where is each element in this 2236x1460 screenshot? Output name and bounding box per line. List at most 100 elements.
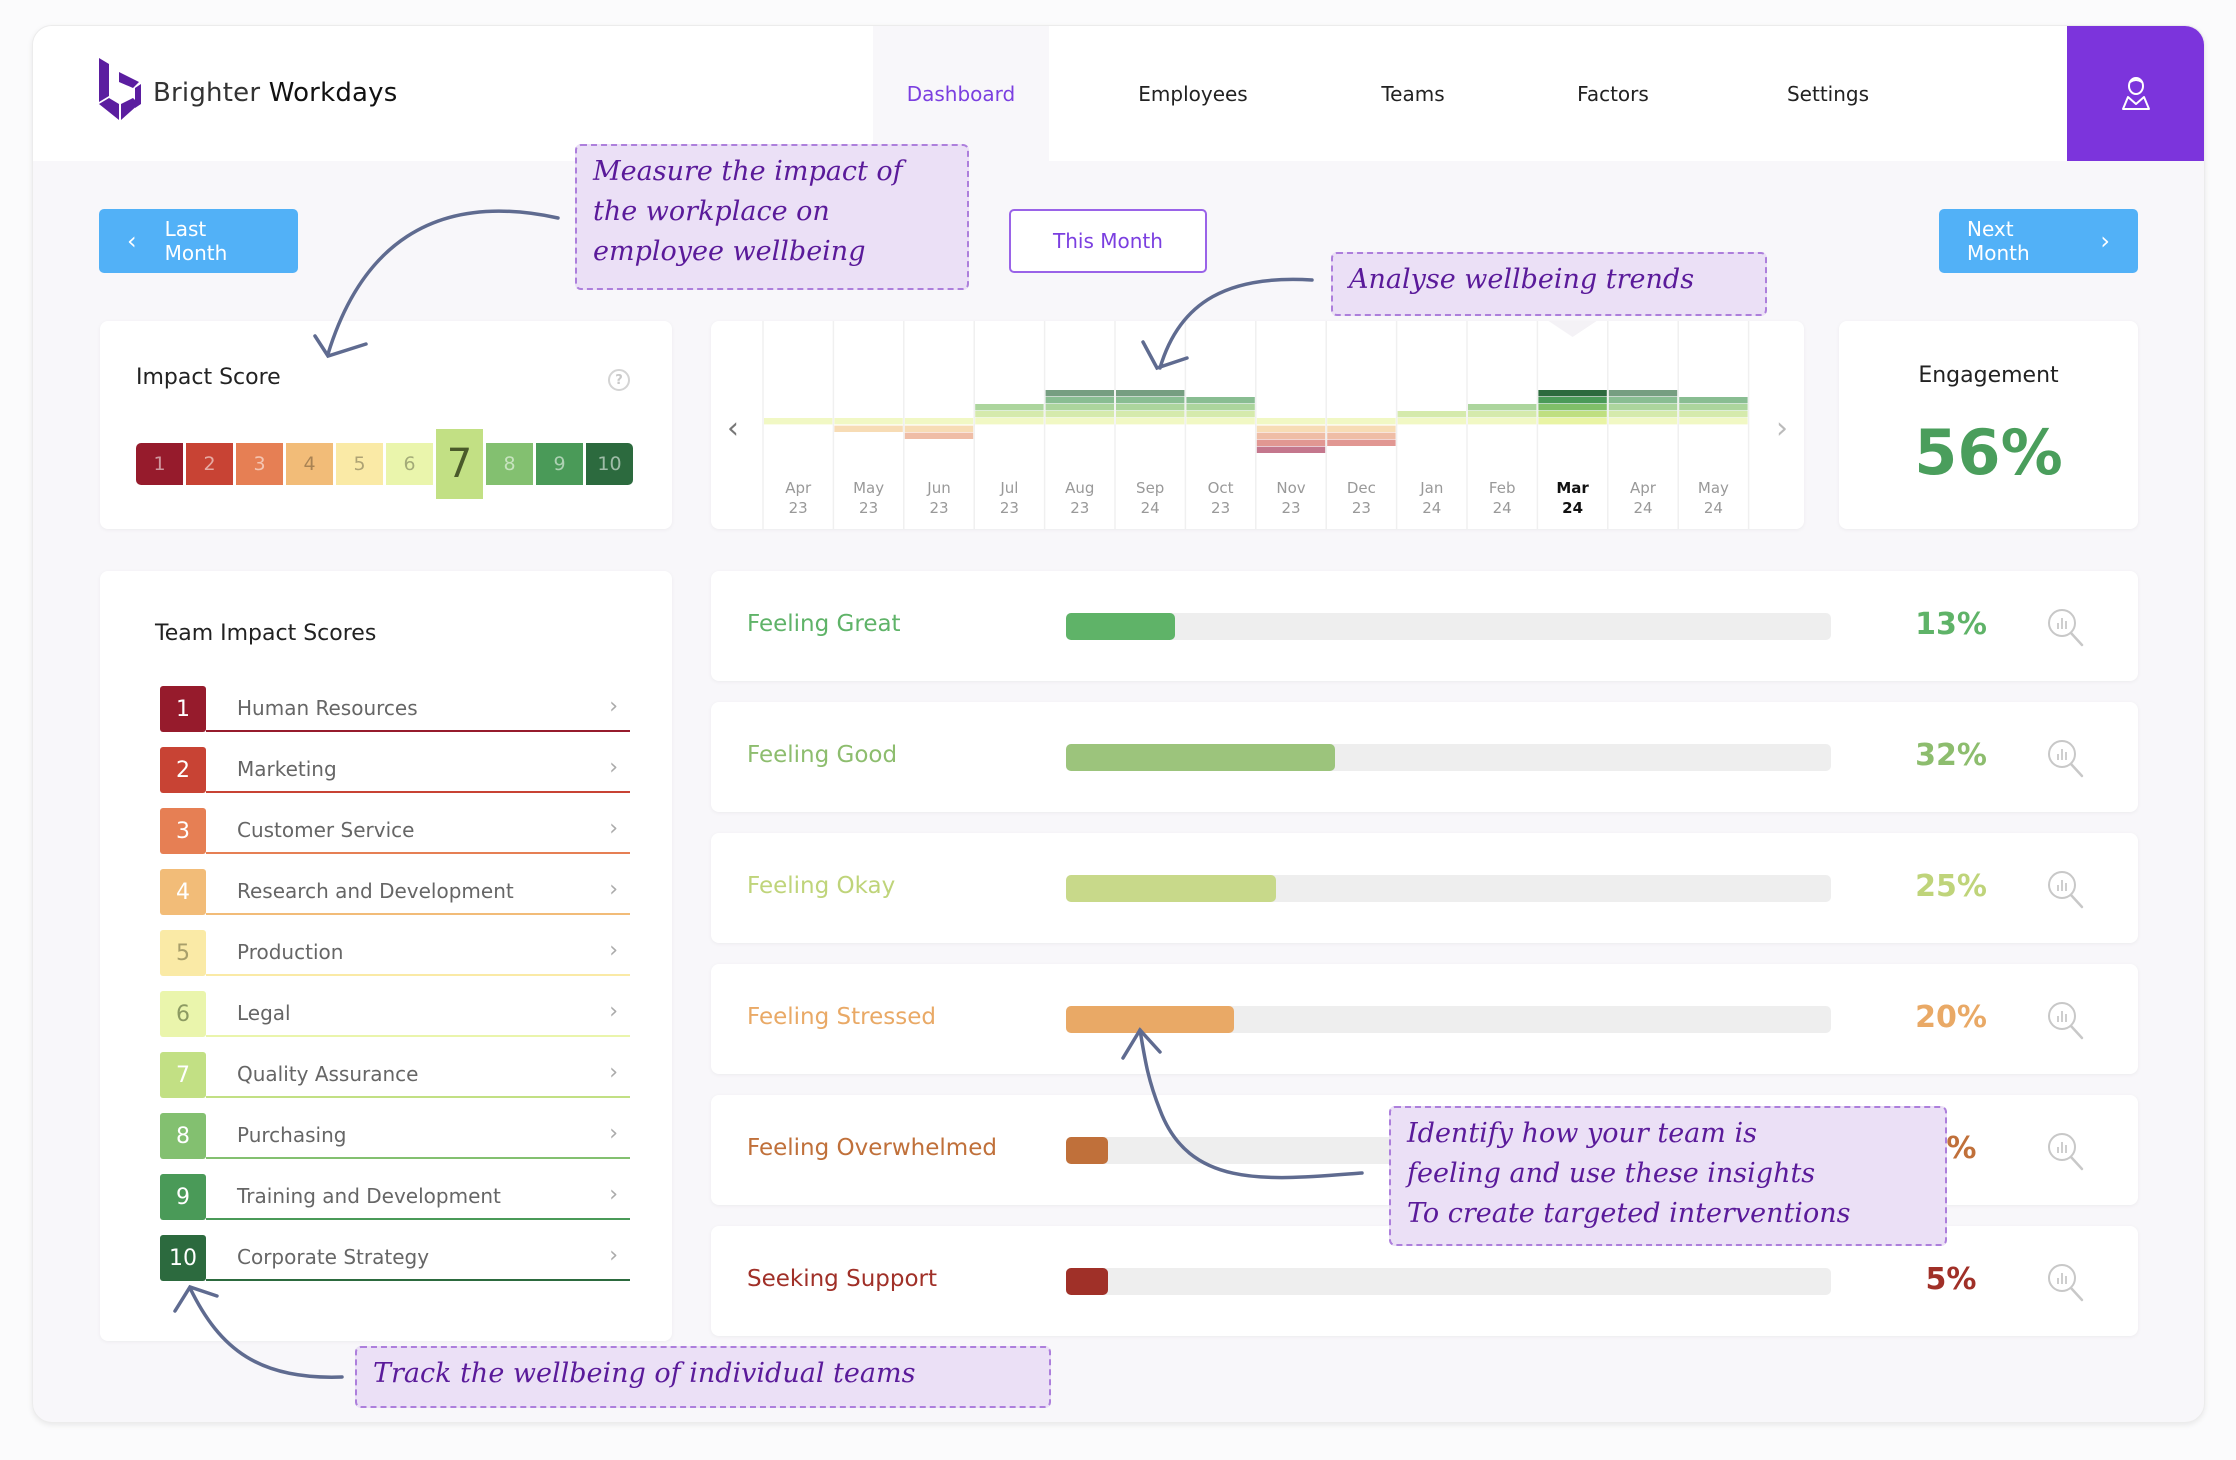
brand-name[interactable]: Brighter Workdays <box>153 78 398 108</box>
month-column-may-23[interactable]: May 23 <box>834 418 903 517</box>
nav-tab-employees[interactable]: Employees <box>1113 26 1273 161</box>
team-row[interactable]: 10 Corporate Strategy › <box>160 1235 630 1296</box>
trend-layer-positive <box>1186 418 1255 425</box>
trend-layer-positive <box>1045 411 1114 418</box>
help-icon[interactable]: ? <box>608 369 630 391</box>
team-name: Quality Assurance <box>237 1062 419 1086</box>
year-label: 23 <box>859 499 878 517</box>
trend-layer-positive <box>1468 418 1537 425</box>
trend-layer-negative <box>1256 425 1326 432</box>
team-row[interactable]: 2 Marketing › <box>160 747 630 808</box>
feeling-percentage: 13% <box>1915 607 1987 642</box>
impact-score-option-7[interactable]: 7 <box>436 429 483 499</box>
trend-layer-positive <box>1538 390 1607 397</box>
team-row[interactable]: 5 Production › <box>160 930 630 991</box>
chevron-right-icon: › <box>609 755 618 780</box>
year-label: 24 <box>1493 499 1512 517</box>
analytics-search-icon[interactable] <box>2046 607 2086 647</box>
trend-layer-negative <box>1256 432 1326 439</box>
trend-layer-positive <box>975 411 1044 418</box>
month-column-sep-24[interactable]: Sep 24 <box>1116 390 1185 517</box>
team-row[interactable]: 6 Legal › <box>160 991 630 1052</box>
team-row[interactable]: 8 Purchasing › <box>160 1113 630 1174</box>
month-label: Oct <box>1208 479 1234 497</box>
month-label: May <box>1698 479 1729 497</box>
engagement-label: Engagement <box>1918 363 2059 388</box>
team-name: Production <box>237 940 344 964</box>
team-row[interactable]: 4 Research and Development › <box>160 869 630 930</box>
feeling-progress-bar <box>1066 1006 1831 1033</box>
analytics-search-icon[interactable] <box>2046 1262 2086 1302</box>
impact-score-option-1[interactable]: 1 <box>136 443 183 485</box>
month-column-feb-24[interactable]: Feb 24 <box>1468 404 1537 517</box>
annotation-line: the workplace on <box>593 196 830 227</box>
impact-score-option-5[interactable]: 5 <box>336 443 383 485</box>
team-row[interactable]: 3 Customer Service › <box>160 808 630 869</box>
team-row[interactable]: 1 Human Resources › <box>160 686 630 747</box>
team-row[interactable]: 9 Training and Development › <box>160 1174 630 1235</box>
user-profile-button[interactable] <box>2067 26 2204 161</box>
month-column-jan-24[interactable]: Jan 24 <box>1397 411 1466 517</box>
chevron-right-icon: › <box>609 1060 618 1085</box>
month-label: Jan <box>1419 479 1443 497</box>
impact-score-option-4[interactable]: 4 <box>286 443 333 485</box>
analytics-search-icon[interactable] <box>2046 869 2086 909</box>
month-column-jun-23[interactable]: Jun 23 <box>904 418 974 517</box>
feeling-progress-fill <box>1066 1137 1109 1164</box>
impact-score-option-6[interactable]: 6 <box>386 443 433 485</box>
nav-tab-label: Settings <box>1786 81 1870 106</box>
nav-tab-factors[interactable]: Factors <box>1553 26 1673 161</box>
wellbeing-trend-card: ‹ › Apr 23 May 23 Jun 23 Jul 23 Aug 23 Sep 24 Oct 23 N… <box>711 321 1804 529</box>
chevron-left-icon: ‹ <box>127 227 137 255</box>
trend-layer-positive <box>1045 418 1114 425</box>
month-column-apr-24[interactable]: Apr 24 <box>1608 390 1678 517</box>
month-label: Sep <box>1136 479 1164 497</box>
team-name: Customer Service <box>237 818 415 842</box>
trend-layer-positive <box>1608 397 1678 404</box>
team-rank-badge: 4 <box>160 869 206 915</box>
analytics-search-icon[interactable] <box>2046 1000 2086 1040</box>
team-divider <box>206 1035 630 1037</box>
trend-layer-positive <box>1608 404 1678 411</box>
impact-score-option-3[interactable]: 3 <box>236 443 283 485</box>
trend-layer-positive <box>1186 397 1255 404</box>
feeling-progress-fill <box>1066 875 1277 902</box>
nav-tab-settings[interactable]: Settings <box>1763 26 1893 161</box>
analytics-search-icon[interactable] <box>2046 738 2086 778</box>
team-rank-badge: 5 <box>160 930 206 976</box>
month-column-aug-23[interactable]: Aug 23 <box>1045 390 1114 517</box>
month-column-oct-23[interactable]: Oct 23 <box>1186 397 1255 517</box>
month-column-nov-23[interactable]: Nov 23 <box>1256 418 1326 517</box>
trend-layer-negative <box>1327 432 1396 439</box>
month-column-mar-24[interactable]: Mar 24 <box>1538 390 1607 517</box>
last-month-button[interactable]: ‹ Last Month <box>99 209 298 273</box>
month-column-jul-23[interactable]: Jul 23 <box>975 404 1044 517</box>
team-name: Purchasing <box>237 1123 347 1147</box>
annotation-line: Identify how your team is <box>1407 1118 1757 1149</box>
trend-layer-positive <box>1186 411 1255 418</box>
impact-score-option-10[interactable]: 10 <box>586 443 633 485</box>
nav-tab-teams[interactable]: Teams <box>1353 26 1473 161</box>
month-column-apr-23[interactable]: Apr 23 <box>764 418 833 517</box>
month-label: May <box>853 479 884 497</box>
feeling-percentage: 25% <box>1915 869 1987 904</box>
this-month-button[interactable]: This Month <box>1009 209 1207 273</box>
nav-tab-dashboard[interactable]: Dashboard <box>873 26 1049 161</box>
impact-score-option-2[interactable]: 2 <box>186 443 233 485</box>
next-month-button[interactable]: Next Month › <box>1939 209 2138 273</box>
impact-score-option-9[interactable]: 9 <box>536 443 583 485</box>
analytics-search-icon[interactable] <box>2046 1131 2086 1171</box>
feeling-percentage: 32% <box>1915 738 1987 773</box>
chevron-right-icon: › <box>609 999 618 1024</box>
feeling-row-feeling-great: Feeling Great 13% <box>711 571 2138 681</box>
selected-month-notch <box>1548 321 1597 337</box>
year-label: 23 <box>1000 499 1019 517</box>
month-column-dec-23[interactable]: Dec 23 <box>1327 418 1396 517</box>
team-divider <box>206 1279 630 1281</box>
impact-score-option-8[interactable]: 8 <box>486 443 533 485</box>
team-impact-scores-card: Team Impact Scores 1 Human Resources › 2 Mar… <box>100 571 672 1341</box>
chevron-right-icon: › <box>609 1243 618 1268</box>
team-row[interactable]: 7 Quality Assurance › <box>160 1052 630 1113</box>
feeling-label: Feeling Good <box>747 742 898 768</box>
month-column-may-24[interactable]: May 24 <box>1679 397 1748 517</box>
